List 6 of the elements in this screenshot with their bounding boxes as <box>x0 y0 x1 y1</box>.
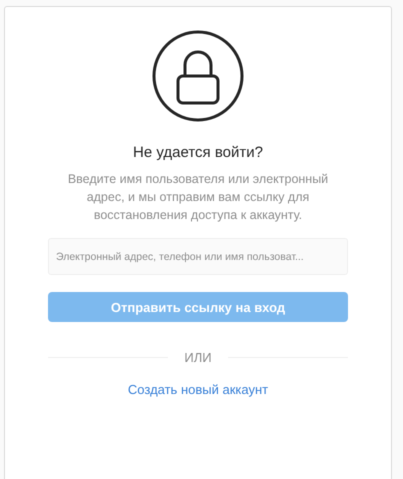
input-field[interactable]: Электронный адрес, телефон или имя пользоват... <box>48 238 348 275</box>
description: Введите имя пользователя или электронный адрес, и мы отправим вам ссылку для восстановления доступа к аккаунту. <box>66 171 330 224</box>
create-account-link[interactable]: Создать новый аккаунт <box>128 382 268 397</box>
divider-text: ИЛИ <box>184 350 212 365</box>
lock-icon <box>152 30 244 122</box>
title: Не удается войти? <box>133 144 263 161</box>
